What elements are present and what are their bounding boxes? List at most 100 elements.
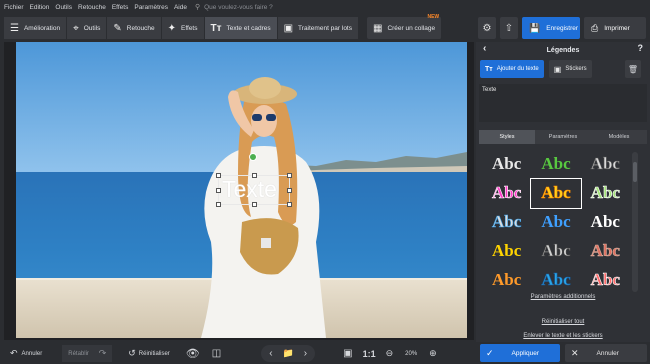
style-preset-10[interactable]: Abc <box>482 236 531 265</box>
tool-label: Texte et cadres <box>226 24 271 32</box>
resize-handle-l[interactable] <box>216 188 221 193</box>
menu-effets[interactable]: Effets <box>112 4 129 11</box>
menu-retouche[interactable]: Retouche <box>78 4 106 11</box>
prev-icon[interactable]: ‹ <box>269 348 272 359</box>
captions-panel: ‹ Légendes ? Tт Ajouter du texte ▣ Sticker… <box>476 42 650 342</box>
style-preset-2[interactable]: Abc <box>531 150 580 179</box>
tool-outils[interactable]: ⌖ Outils <box>67 17 108 39</box>
settings-icon-button[interactable]: ⚙ <box>478 17 496 39</box>
compare-icon: ◫ <box>211 348 222 359</box>
ratio-button[interactable]: 1:1 <box>363 349 376 359</box>
style-preset-11[interactable]: Abc <box>531 236 580 265</box>
reset-button[interactable]: ↺ Réinitialiser <box>122 345 176 362</box>
panel-actions: Tт Ajouter du texte ▣ Stickers 🗑 <box>476 58 650 80</box>
style-preset-7[interactable]: Abc <box>482 208 531 237</box>
collage-label: Créer un collage <box>387 24 436 32</box>
create-collage-button[interactable]: ▦ Créer un collage NEW <box>367 14 443 39</box>
style-preset-8[interactable]: Abc <box>531 208 580 237</box>
reset-icon: ↺ <box>128 348 136 358</box>
preview-toggle[interactable]: 👁 <box>180 345 206 362</box>
save-button[interactable]: 💾 Enregistrer <box>522 17 580 39</box>
zoom-out-icon[interactable]: ⊖ <box>386 348 394 359</box>
printer-icon: ⎙ <box>591 22 599 33</box>
tool-retouche[interactable]: ✎ Retouche <box>107 17 162 39</box>
resize-handle-t[interactable] <box>252 173 257 178</box>
text-icon: Tт <box>210 22 222 34</box>
close-icon: ✕ <box>571 347 579 358</box>
redo-button[interactable]: Rétablir ↷ <box>62 345 113 362</box>
zoom-in-icon[interactable]: ⊕ <box>429 348 437 359</box>
tab-parametres[interactable]: Paramètres <box>535 130 591 144</box>
style-preset-13[interactable]: Abc <box>482 265 531 294</box>
undo-label: Annuler <box>21 350 43 357</box>
add-text-button[interactable]: Tт Ajouter du texte <box>480 60 544 78</box>
photo[interactable]: Texte <box>16 42 467 338</box>
resize-handle-tl[interactable] <box>216 173 221 178</box>
folder-icon[interactable]: 📁 <box>283 348 294 359</box>
style-preset-4[interactable]: Abc <box>482 179 531 208</box>
reset-all-link[interactable]: Réinitialiser tout <box>476 319 650 325</box>
sticker-icon: ▣ <box>553 64 562 74</box>
tool-amelioration[interactable]: ☰ Amélioration <box>4 17 68 39</box>
crop-icon: ⌖ <box>73 22 79 34</box>
tool-effets[interactable]: ✦ Effets <box>161 17 205 39</box>
text-input[interactable]: Texte <box>479 84 647 122</box>
menu-parametres[interactable]: Paramètres <box>134 4 168 11</box>
extra-params-link[interactable]: Paramètres additionnels <box>476 294 650 300</box>
style-preset-6[interactable]: Abc <box>581 179 630 208</box>
menu-bar: Fichier Edition Outils Retouche Effets P… <box>0 0 650 14</box>
tab-styles[interactable]: Styles <box>479 130 535 144</box>
text-box[interactable]: Texte <box>216 173 292 207</box>
menu-fichier[interactable]: Fichier <box>4 4 24 11</box>
scroll-thumb[interactable] <box>633 162 637 182</box>
rotate-handle[interactable] <box>249 153 257 161</box>
fit-icon[interactable]: ▣ <box>343 348 352 359</box>
compare-toggle[interactable]: ◫ <box>206 345 227 362</box>
add-text-label: Ajouter du texte <box>496 66 539 72</box>
menu-edition[interactable]: Edition <box>30 4 50 11</box>
help-icon[interactable]: ? <box>638 43 644 53</box>
menu-aide[interactable]: Aide <box>174 4 187 11</box>
export-icon: ⇧ <box>504 22 514 34</box>
resize-handle-r[interactable] <box>287 188 292 193</box>
delete-button[interactable]: 🗑 <box>625 60 641 78</box>
style-preset-3[interactable]: Abc <box>581 150 630 179</box>
tool-traitement-par-lots[interactable]: ▣ Traitement par lots <box>277 17 359 39</box>
style-preset-5[interactable]: Abc <box>530 177 582 209</box>
cancel-button[interactable]: ✕ Annuler <box>565 344 647 362</box>
resize-handle-b[interactable] <box>252 202 257 207</box>
next-icon[interactable]: › <box>304 348 307 359</box>
panel-title: Légendes <box>546 46 580 54</box>
search-icon: ⚲ <box>194 4 201 11</box>
tool-texte-et-cadres[interactable]: Tт Texte et cadres <box>204 17 278 39</box>
new-badge: NEW <box>427 14 440 20</box>
resize-handle-tr[interactable] <box>287 173 292 178</box>
redo-icon: ↷ <box>98 348 107 358</box>
magic-wand-icon: ✦ <box>167 22 176 34</box>
style-preset-14[interactable]: Abc <box>531 265 580 294</box>
search-input[interactable]: Que voulez-vous faire ? <box>204 4 273 11</box>
redo-label: Rétablir <box>68 350 89 357</box>
photo-canvas[interactable]: Texte <box>4 42 474 340</box>
print-button[interactable]: ⎙ Imprimer <box>584 17 646 39</box>
tool-label: Traitement par lots <box>298 24 352 32</box>
undo-button[interactable]: ↶ Annuler <box>4 345 48 362</box>
text-input-value: Texte <box>482 87 497 93</box>
menu-outils[interactable]: Outils <box>55 4 72 11</box>
apply-button[interactable]: ✓ Appliquer <box>480 344 560 362</box>
export-icon-button[interactable]: ⇧ <box>500 17 518 39</box>
trash-icon: 🗑 <box>627 64 639 74</box>
resize-handle-br[interactable] <box>287 202 292 207</box>
tab-modeles[interactable]: Modèles <box>591 130 647 144</box>
style-scrollbar[interactable] <box>632 152 638 292</box>
style-preset-15[interactable]: Abc <box>581 265 630 294</box>
style-preset-9[interactable]: Abc <box>581 208 630 237</box>
check-icon: ✓ <box>486 347 494 358</box>
style-preset-1[interactable]: Abc <box>482 150 531 179</box>
stickers-button[interactable]: ▣ Stickers <box>548 60 592 78</box>
back-icon[interactable]: ‹ <box>483 43 486 54</box>
style-preset-12[interactable]: Abc <box>581 236 630 265</box>
resize-handle-bl[interactable] <box>216 202 221 207</box>
eye-icon: 👁 <box>185 348 200 360</box>
remove-all-link[interactable]: Enlever le texte et les stickers <box>476 333 650 339</box>
